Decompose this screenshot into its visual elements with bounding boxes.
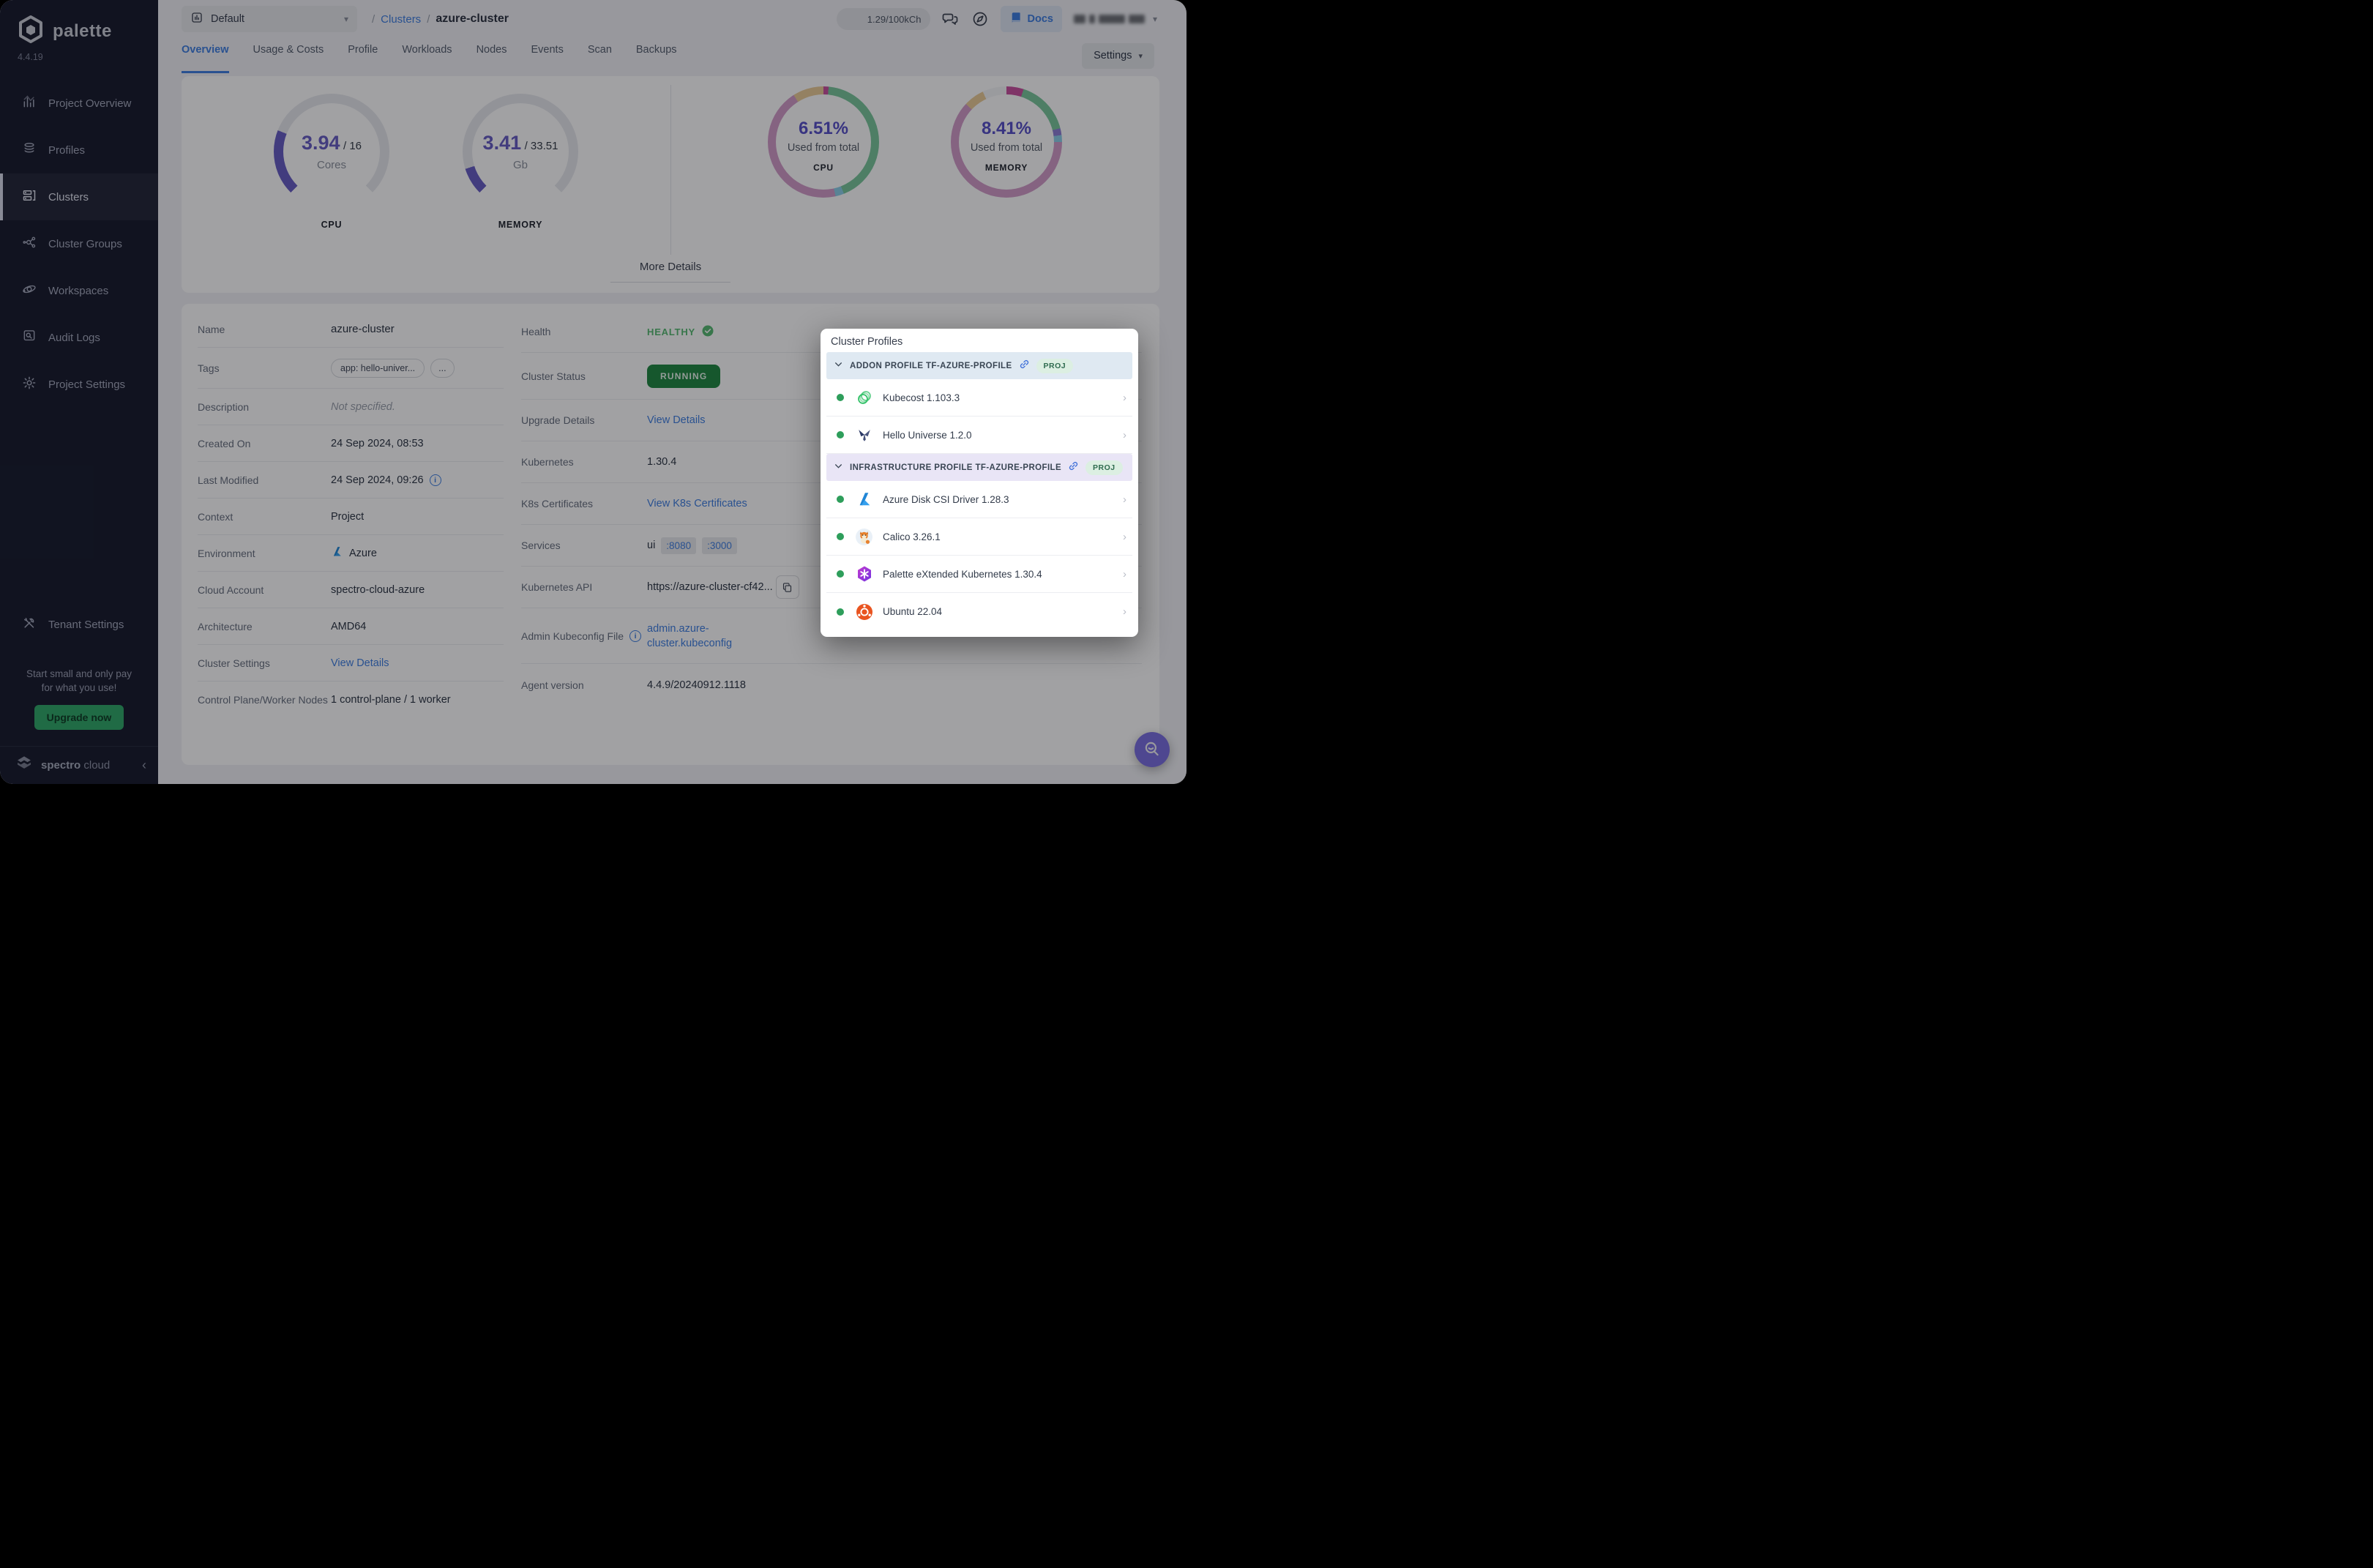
azure-disk-csi-icon <box>855 490 873 509</box>
profile-item-label: Palette eXtended Kubernetes 1.30.4 <box>883 568 1042 580</box>
profile-item-ubuntu[interactable]: Ubuntu 22.04 › <box>826 593 1132 630</box>
profile-item-label: Kubecost 1.103.3 <box>883 392 960 403</box>
status-dot <box>837 394 844 401</box>
chevron-right-icon: › <box>1123 567 1126 580</box>
proj-scope-badge: PROJ <box>1085 460 1123 475</box>
profile-item-label: Azure Disk CSI Driver 1.28.3 <box>883 493 1009 505</box>
status-dot <box>837 608 844 616</box>
profile-item-label: Ubuntu 22.04 <box>883 606 943 617</box>
pxk-icon <box>855 565 873 583</box>
calico-icon <box>855 528 873 546</box>
status-dot <box>837 431 844 438</box>
status-dot <box>837 570 844 578</box>
chevron-right-icon: › <box>1123 391 1126 404</box>
addon-profile-header[interactable]: ADDON PROFILE TF-AZURE-PROFILE PROJ <box>826 352 1132 379</box>
status-dot <box>837 496 844 503</box>
hello-universe-icon <box>855 426 873 444</box>
cluster-profiles-popup: Cluster Profiles ADDON PROFILE TF-AZURE-… <box>821 329 1138 637</box>
status-dot <box>837 533 844 540</box>
profile-item-azure-disk-csi[interactable]: Azure Disk CSI Driver 1.28.3 › <box>826 481 1132 518</box>
profile-item-hello-universe[interactable]: Hello Universe 1.2.0 › <box>826 417 1132 454</box>
kubecost-icon <box>855 389 873 407</box>
cluster-profiles-title: Cluster Profiles <box>831 336 903 348</box>
infrastructure-profile-label: INFRASTRUCTURE PROFILE TF-AZURE-PROFILE <box>850 463 1062 472</box>
chevron-down-icon <box>834 461 843 474</box>
profile-item-label: Hello Universe 1.2.0 <box>883 429 972 441</box>
profile-item-palette-extended-kubernetes[interactable]: Palette eXtended Kubernetes 1.30.4 › <box>826 556 1132 593</box>
proj-scope-badge: PROJ <box>1036 358 1074 373</box>
chevron-right-icon: › <box>1123 530 1126 543</box>
chevron-right-icon: › <box>1123 428 1126 441</box>
profile-item-label: Calico 3.26.1 <box>883 531 941 542</box>
chevron-right-icon: › <box>1123 605 1126 618</box>
app-window: palette 4.4.19 Project Overview Profiles… <box>0 0 1186 784</box>
chevron-right-icon: › <box>1123 493 1126 506</box>
chevron-down-icon <box>834 359 843 373</box>
infrastructure-profile-header[interactable]: INFRASTRUCTURE PROFILE TF-AZURE-PROFILE … <box>826 454 1132 481</box>
link-icon <box>1068 460 1079 475</box>
profile-item-calico[interactable]: Calico 3.26.1 › <box>826 518 1132 556</box>
link-icon <box>1019 359 1030 373</box>
profile-item-kubecost[interactable]: Kubecost 1.103.3 › <box>826 379 1132 417</box>
ubuntu-icon <box>855 602 873 621</box>
addon-profile-label: ADDON PROFILE TF-AZURE-PROFILE <box>850 361 1012 370</box>
